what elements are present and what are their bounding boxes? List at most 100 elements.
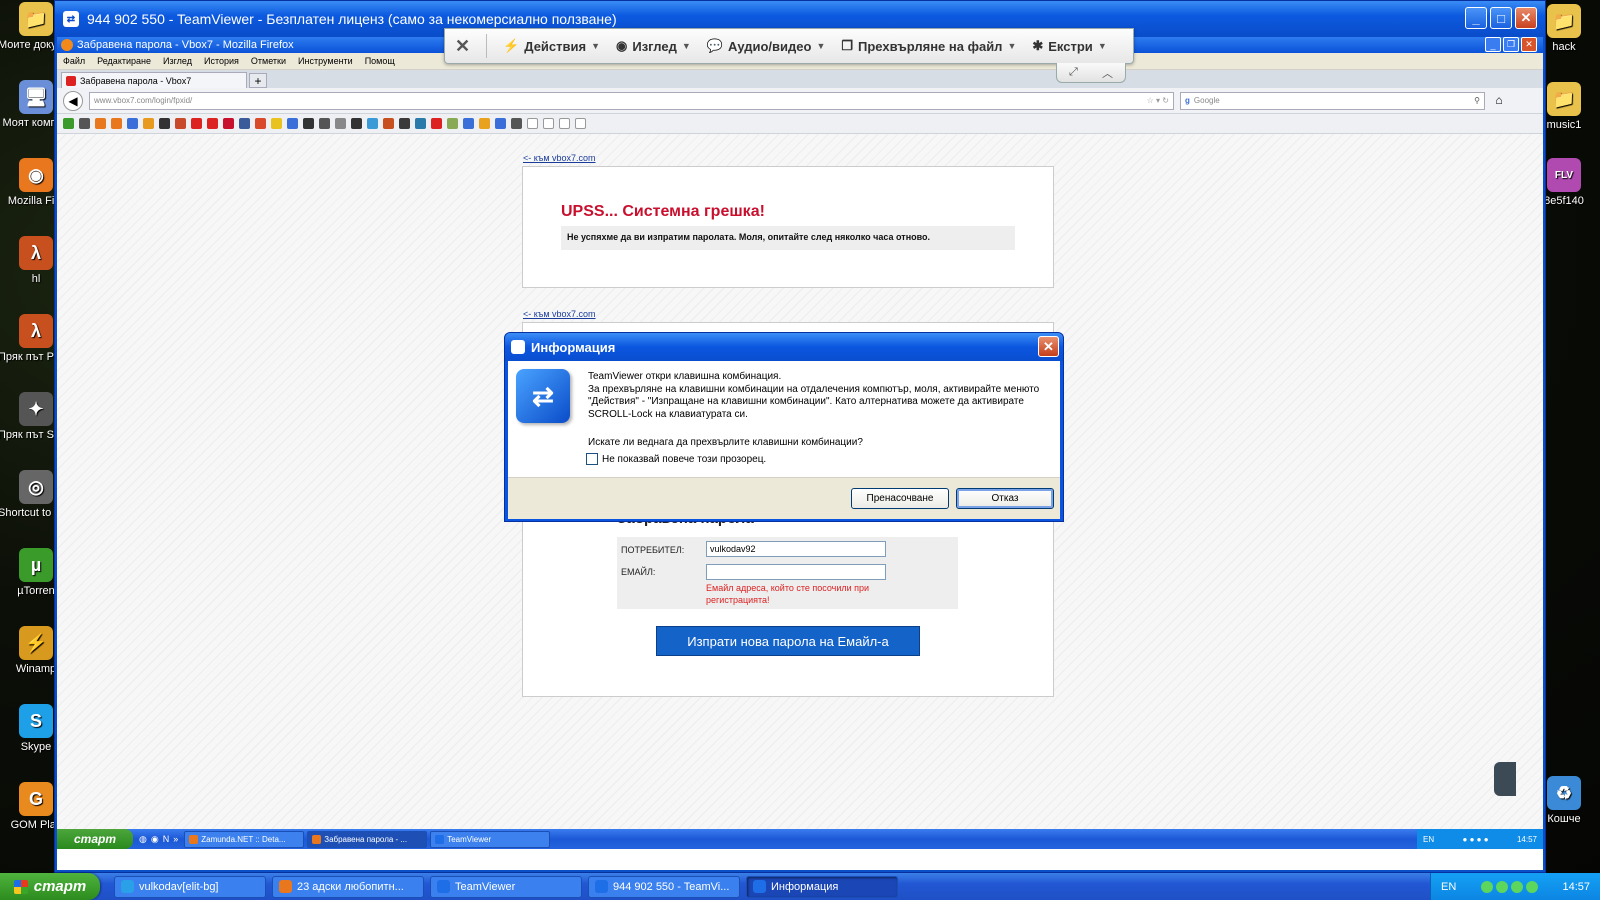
bookmark-favicon-icon[interactable] [447,118,458,129]
back-arrow-icon[interactable]: ◀ [63,90,83,111]
bookmark-favicon-icon[interactable] [255,118,266,129]
bookmark-favicon-icon[interactable] [223,118,234,129]
quicklaunch-n-icon[interactable]: N [163,834,170,845]
remote-task-label: TeamViewer [447,834,492,844]
taskbar-button[interactable]: vulkodav[elit-bg] [114,875,266,898]
bookmark-favicon-icon[interactable] [175,118,186,129]
bookmark-favicon-icon[interactable] [559,118,570,129]
bookmark-favicon-icon[interactable] [335,118,346,129]
search-box[interactable]: g Google ⚲ [1180,91,1485,110]
collapse-toolbar-icon[interactable]: ︿ [1102,65,1113,81]
dialog-close-icon[interactable]: ✕ [1038,336,1059,357]
quicklaunch-skype-icon[interactable]: ◍ [139,834,147,845]
taskbar-button[interactable]: 944 902 550 - TeamVi... [588,875,740,898]
bookmark-favicon-icon[interactable] [159,118,170,129]
magnifier-icon[interactable]: ⚲ [1474,96,1480,105]
bookmark-favicon-icon[interactable] [511,118,522,129]
bookmark-favicon-icon[interactable] [575,118,586,129]
taskbar-button[interactable]: 23 адски любопитн... [272,875,424,898]
bookmark-favicon-icon[interactable] [271,118,282,129]
remote-start-button[interactable]: старт [57,829,133,849]
bookmark-favicon-icon[interactable] [495,118,506,129]
quicklaunch-more-icon[interactable]: » [173,834,178,845]
bookmark-favicon-icon[interactable] [463,118,474,129]
bookmark-favicon-icon[interactable] [399,118,410,129]
maximize-icon[interactable]: □ [1490,7,1512,29]
teamviewer-side-panel-handle[interactable] [1494,762,1516,796]
winamp-icon: ⚡ [19,626,53,660]
language-indicator[interactable]: EN [1441,881,1456,893]
quicklaunch-firefox-icon[interactable]: ◉ [151,834,159,845]
my-computer-icon: 🖥 [19,80,53,114]
taskbar-button[interactable]: Информация [746,875,898,898]
back-to-vbox7-link-2[interactable]: <- към vbox7.com [523,309,596,319]
bookmark-favicon-icon[interactable] [239,118,250,129]
flv-file-icon: FLV [1547,158,1581,192]
bookmark-favicon-icon[interactable] [95,118,106,129]
email-input[interactable] [706,564,886,580]
menu-item[interactable]: Помощ [365,56,395,66]
view-menu[interactable]: ◉ Изглед ▼ [616,38,691,54]
menu-item[interactable]: Изглед [163,56,192,66]
remote-task-button[interactable]: Zamunda.NET :: Deta... [184,830,305,848]
file-transfer-menu[interactable]: ❐ Прехвърляне на файл ▼ [841,38,1016,54]
remote-task-button[interactable]: Забравена парола - ... [307,830,428,848]
remote-lang[interactable]: EN [1423,835,1434,844]
firefox-icon: ◉ [19,158,53,192]
bookmark-favicon-icon[interactable] [63,118,74,129]
close-icon[interactable]: ✕ [1515,7,1537,29]
menu-item[interactable]: Редактиране [97,56,151,66]
actions-menu[interactable]: ⚡ Действия ▼ [503,38,600,54]
bookmark-favicon-icon[interactable] [319,118,330,129]
bookmark-favicon-icon[interactable] [143,118,154,129]
bookmark-favicon-icon[interactable] [431,118,442,129]
menu-item[interactable]: Файл [63,56,85,66]
bookmark-favicon-icon[interactable] [351,118,362,129]
username-input[interactable]: vulkodav92 [706,541,886,557]
bookmark-favicon-icon[interactable] [191,118,202,129]
taskbar-button[interactable]: TeamViewer [430,875,582,898]
extras-menu[interactable]: ✱ Екстри ▼ [1032,38,1106,54]
cancel-button[interactable]: Отказ [956,488,1054,509]
start-button[interactable]: старт [0,873,100,900]
fullscreen-icon[interactable]: ⤢ [1069,66,1078,79]
bookmark-favicon-icon[interactable] [367,118,378,129]
dialog-titlebar[interactable]: Информация [505,333,1063,361]
bookmark-favicon-icon[interactable] [287,118,298,129]
bookmark-favicon-icon[interactable] [111,118,122,129]
menu-item[interactable]: История [204,56,239,66]
teamviewer-dialog-icon [511,340,525,354]
audio-video-menu[interactable]: 💬 Аудио/видео ▼ [707,38,826,54]
dont-show-again-checkbox[interactable]: Не показвай повече този прозорец. [586,453,766,465]
home-icon[interactable]: ⌂ [1491,93,1507,109]
bookmark-favicon-icon[interactable] [303,118,314,129]
remote-task-button[interactable]: TeamViewer [430,830,551,848]
bookmark-favicon-icon[interactable] [383,118,394,129]
bookmark-star-icon[interactable]: ☆ ▾ ↻ [1147,96,1169,105]
bookmark-favicon-icon[interactable] [207,118,218,129]
bookmark-favicon-icon[interactable] [415,118,426,129]
firefox-close-icon[interactable]: ✕ [1521,37,1537,52]
toolbar-close-icon[interactable]: ✕ [455,36,470,57]
remote-task-label: Забравена парола - ... [324,834,408,844]
bookmark-favicon-icon[interactable] [527,118,538,129]
bookmark-favicon-icon[interactable] [479,118,490,129]
back-to-vbox7-link[interactable]: <- към vbox7.com [523,153,596,163]
minimize-icon[interactable]: _ [1465,7,1487,29]
search-placeholder: Google [1193,96,1220,105]
bookmark-favicon-icon[interactable] [79,118,90,129]
firefox-restore-icon[interactable]: ❐ [1503,37,1519,52]
firefox-minimize-icon[interactable]: _ [1485,37,1501,52]
bookmark-favicon-icon[interactable] [127,118,138,129]
url-bar[interactable]: www.vbox7.com/login/fpxid/ ☆ ▾ ↻ [89,91,1174,110]
new-tab-button[interactable]: + [249,73,267,88]
error-title: UPSS... Системна грешка! [561,203,765,220]
firefox-tab[interactable]: Забравена парола - Vbox7 [61,72,247,88]
menu-item[interactable]: Инструменти [298,56,353,66]
bookmark-favicon-icon[interactable] [543,118,554,129]
checkbox-box[interactable] [586,453,598,465]
send-password-button[interactable]: Изпрати нова парола на Емайл-а [656,626,920,656]
information-dialog: Информация ✕ ⇄ TeamViewer откри клавишна… [504,332,1064,522]
redirect-button[interactable]: Пренасочване [851,488,949,509]
menu-item[interactable]: Отметки [251,56,286,66]
